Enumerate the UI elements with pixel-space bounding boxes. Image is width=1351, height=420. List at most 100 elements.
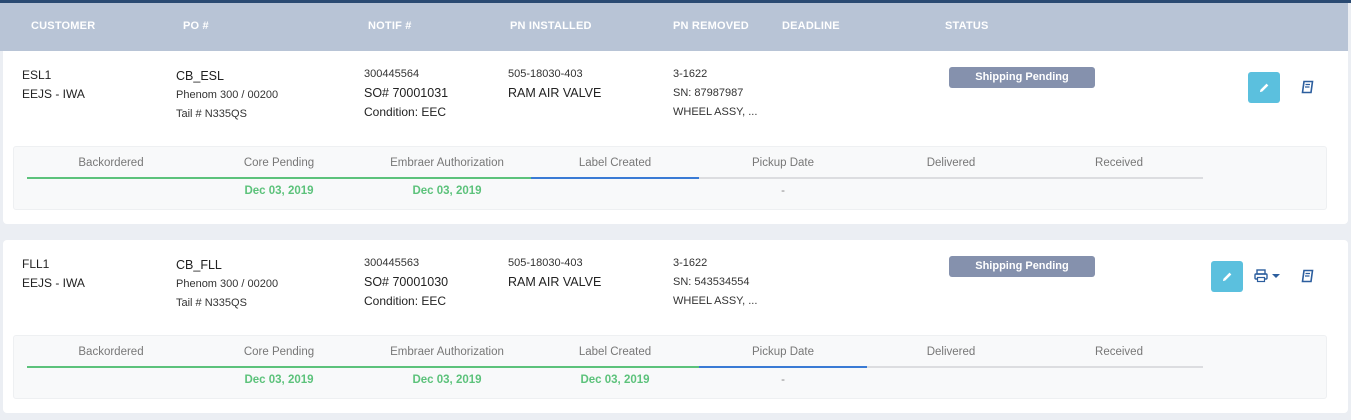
- pn-installed-number: 505-18030-403: [508, 257, 583, 269]
- step-label: Label Created: [578, 157, 652, 169]
- step-label-created: Label Created: [531, 147, 699, 207]
- step-bar: [1035, 366, 1203, 368]
- step-label: Embraer Authorization: [390, 157, 504, 169]
- table-header: CUSTOMER PO # NOTIF # PN INSTALLED PN RE…: [0, 3, 1348, 51]
- pn-installed-desc: RAM AIR VALVE: [508, 275, 602, 289]
- edit-button[interactable]: [1248, 72, 1280, 103]
- notif-number: 300445563: [364, 257, 420, 269]
- step-bar: [699, 366, 867, 368]
- progress-tracker: Backordered Core Pending Dec 03, 2019 Em…: [13, 335, 1327, 399]
- book-icon[interactable]: [1301, 269, 1315, 283]
- order-card: ESL1 EEJS - IWA CB_ESL Phenom 300 / 0020…: [3, 51, 1348, 224]
- col-header-deadline[interactable]: DEADLINE: [782, 20, 840, 32]
- step-bar: [363, 177, 531, 179]
- customer-code: ESL1: [22, 68, 52, 82]
- order-card: FLL1 EEJS - IWA CB_FLL Phenom 300 / 0020…: [3, 240, 1348, 413]
- po-cell: CB_FLL Phenom 300 / 00200 Tail # N335QS: [176, 256, 278, 313]
- col-header-pn-installed[interactable]: PN INSTALLED: [510, 20, 592, 32]
- progress-tracker: Backordered Core Pending Dec 03, 2019 Em…: [13, 146, 1327, 210]
- po-tail: Tail # N335QS: [176, 108, 247, 120]
- po-number: CB_FLL: [176, 258, 222, 272]
- printer-icon[interactable]: [1254, 269, 1282, 283]
- pencil-icon: [1259, 83, 1268, 93]
- serial-number: SN: 543534554: [673, 276, 750, 288]
- pn-removed-number: 3-1622: [673, 257, 708, 269]
- step-date: Dec 03, 2019: [244, 185, 314, 197]
- status-badge: Shipping Pending: [949, 256, 1095, 277]
- step-received: Received: [1035, 336, 1203, 396]
- step-label: Backordered: [78, 157, 144, 169]
- customer-code: FLL1: [22, 257, 50, 271]
- step-bar: [699, 177, 867, 179]
- so-number: SO# 70001030: [364, 275, 449, 289]
- po-aircraft: Phenom 300 / 00200: [176, 89, 279, 101]
- step-date: Dec 03, 2019: [580, 374, 650, 386]
- step-bar: [867, 366, 1035, 368]
- pn-removed-cell: 3-1622 SN: 543534554 WHEEL ASSY, ...: [673, 254, 757, 311]
- step-label-created: Label Created Dec 03, 2019: [531, 336, 699, 396]
- serial-number: SN: 87987987: [673, 87, 744, 99]
- step-label: Core Pending: [243, 157, 315, 169]
- step-delivered: Delivered: [867, 336, 1035, 396]
- step-label: Pickup Date: [751, 346, 814, 358]
- step-backordered: Backordered: [27, 336, 195, 396]
- col-header-po[interactable]: PO #: [183, 20, 209, 32]
- step-pickup-date: Pickup Date -: [699, 336, 867, 396]
- col-header-notif[interactable]: NOTIF #: [368, 20, 412, 32]
- status-badge: Shipping Pending: [949, 67, 1095, 88]
- pn-removed-number: 3-1622: [673, 68, 708, 80]
- step-label: Pickup Date: [751, 157, 814, 169]
- pn-installed-cell: 505-18030-403 RAM AIR VALVE: [508, 65, 601, 103]
- step-bar: [531, 177, 699, 179]
- step-embraer-authorization: Embraer Authorization Dec 03, 2019: [363, 336, 531, 396]
- customer-cell: FLL1 EEJS - IWA: [22, 255, 85, 293]
- customer-cell: ESL1 EEJS - IWA: [22, 66, 85, 104]
- step-date: -: [781, 185, 785, 197]
- step-received: Received: [1035, 147, 1203, 207]
- step-label: Core Pending: [243, 346, 315, 358]
- po-number: CB_ESL: [176, 69, 224, 83]
- step-date: Dec 03, 2019: [412, 185, 482, 197]
- step-core-pending: Core Pending Dec 03, 2019: [195, 147, 363, 207]
- col-header-pn-removed[interactable]: PN REMOVED: [673, 20, 749, 32]
- step-embraer-authorization: Embraer Authorization Dec 03, 2019: [363, 147, 531, 207]
- so-number: SO# 70001031: [364, 86, 449, 100]
- step-label: Delivered: [926, 157, 976, 169]
- col-header-status[interactable]: STATUS: [945, 20, 989, 32]
- step-label: Backordered: [78, 346, 144, 358]
- step-delivered: Delivered: [867, 147, 1035, 207]
- customer-sub: EEJS - IWA: [22, 87, 85, 101]
- col-header-customer[interactable]: CUSTOMER: [31, 20, 95, 32]
- step-pickup-date: Pickup Date -: [699, 147, 867, 207]
- step-date: -: [781, 374, 785, 386]
- step-bar: [363, 366, 531, 368]
- step-label: Received: [1095, 157, 1143, 169]
- pn-installed-desc: RAM AIR VALVE: [508, 86, 602, 100]
- notif-cell: 300445563 SO# 70001030 Condition: EEC: [364, 254, 448, 311]
- edit-button[interactable]: [1211, 261, 1243, 292]
- step-core-pending: Core Pending Dec 03, 2019: [195, 336, 363, 396]
- notif-cell: 300445564 SO# 70001031 Condition: EEC: [364, 65, 448, 122]
- po-aircraft: Phenom 300 / 00200: [176, 278, 279, 290]
- pn-installed-cell: 505-18030-403 RAM AIR VALVE: [508, 254, 601, 292]
- step-bar: [195, 366, 363, 368]
- step-backordered: Backordered: [27, 147, 195, 207]
- step-bar: [27, 366, 195, 368]
- condition: Condition: EEC: [364, 105, 447, 119]
- pn-removed-desc: WHEEL ASSY, ...: [673, 295, 758, 307]
- step-date: Dec 03, 2019: [412, 374, 482, 386]
- step-date: Dec 03, 2019: [244, 374, 314, 386]
- step-label: Embraer Authorization: [390, 346, 504, 358]
- po-cell: CB_ESL Phenom 300 / 00200 Tail # N335QS: [176, 67, 278, 124]
- step-bar: [1035, 177, 1203, 179]
- step-bar: [531, 366, 699, 368]
- step-label: Received: [1095, 346, 1143, 358]
- notif-number: 300445564: [364, 68, 420, 80]
- step-bar: [27, 177, 195, 179]
- step-bar: [195, 177, 363, 179]
- step-label: Label Created: [578, 346, 652, 358]
- pn-removed-cell: 3-1622 SN: 87987987 WHEEL ASSY, ...: [673, 65, 757, 122]
- pn-removed-desc: WHEEL ASSY, ...: [673, 106, 758, 118]
- pencil-icon: [1222, 272, 1231, 282]
- book-icon[interactable]: [1301, 80, 1315, 94]
